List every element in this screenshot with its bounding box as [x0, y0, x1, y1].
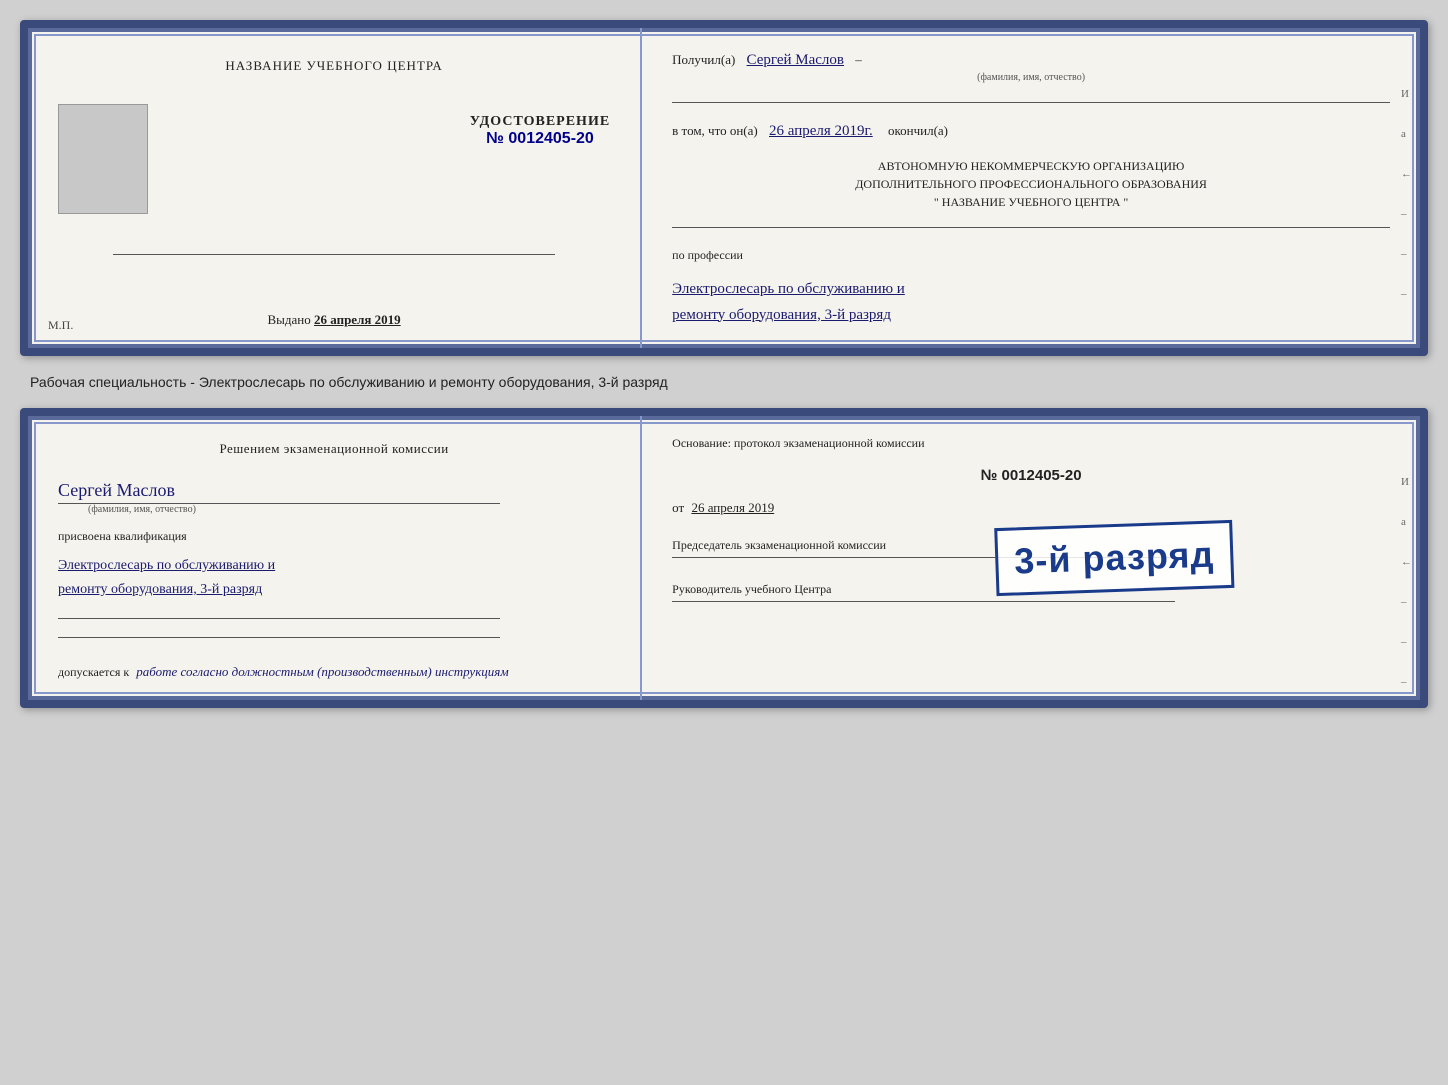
between-label: Рабочая специальность - Электрослесарь п…: [20, 374, 1428, 390]
rukovoditel-signature: [672, 601, 1174, 602]
ot-date: 26 апреля 2019: [691, 500, 774, 515]
cert-bottom-right: Основание: протокол экзаменационной коми…: [642, 416, 1420, 700]
ot-label: от: [672, 500, 684, 515]
mp-label: М.П.: [48, 318, 73, 333]
qual-line2: ремонту оборудования, 3-й разряд: [58, 578, 610, 602]
org-block: АВТОНОМНУЮ НЕКОММЕРЧЕСКУЮ ОРГАНИЗАЦИЮ ДО…: [672, 157, 1390, 211]
profession-line1: Электрослесарь по обслуживанию и: [672, 277, 1390, 303]
vtom-date: 26 апреля 2019г.: [769, 123, 873, 139]
vtom-row: в том, что он(а) 26 апреля 2019г. окончи…: [672, 119, 1390, 143]
fio-label-bottom: (фамилия, имя, отчество): [88, 504, 610, 515]
dopusk-text: работе согласно должностным (производств…: [136, 664, 508, 679]
photo-placeholder: [58, 104, 148, 214]
dopusk-label: допускается к: [58, 665, 129, 679]
vydano-label: Выдано: [268, 312, 311, 327]
udost-number: № 0012405-20: [470, 130, 610, 148]
org-line3: " НАЗВАНИЕ УЧЕБНОГО ЦЕНТРА ": [672, 193, 1390, 211]
name-block-bottom: Сергей Маслов (фамилия, имя, отчество): [58, 475, 610, 515]
name-handwritten: Сергей Маслов: [58, 480, 610, 501]
margin-notes-top: И а ← – – –: [1401, 88, 1412, 300]
fio-label-top: (фамилия, имя, отчество): [672, 70, 1390, 86]
dash1: –: [855, 52, 862, 67]
po-professii-label: по профессии: [672, 248, 1390, 263]
vydano-date: 26 апреля 2019: [314, 312, 401, 327]
cert-top-right: Получил(а) Сергей Маслов – (фамилия, имя…: [642, 28, 1420, 348]
cert-top-left: НАЗВАНИЕ УЧЕБНОГО ЦЕНТРА УДОСТОВЕРЕНИЕ №…: [28, 28, 642, 348]
udost-label: УДОСТОВЕРЕНИЕ: [470, 114, 610, 130]
vydano-block: Выдано 26 апреля 2019: [268, 312, 401, 328]
udost-block: УДОСТОВЕРЕНИЕ № 0012405-20: [470, 114, 610, 148]
okончил: окончил(а): [888, 123, 948, 138]
dopusk-block: допускается к работе согласно должностны…: [58, 664, 610, 680]
profession-block: Электрослесарь по обслуживанию и ремонту…: [672, 277, 1390, 328]
center-title-top: НАЗВАНИЕ УЧЕБНОГО ЦЕНТРА: [225, 58, 442, 74]
poluchil-name: Сергей Маслов: [747, 52, 844, 68]
stamp-text: 3-й разряд: [1014, 533, 1215, 582]
decision-title: Решением экзаменационной комиссии: [58, 441, 610, 457]
poluchil-row: Получил(а) Сергей Маслов – (фамилия, имя…: [672, 48, 1390, 86]
org-line1: АВТОНОМНУЮ НЕКОММЕРЧЕСКУЮ ОРГАНИЗАЦИЮ: [672, 157, 1390, 175]
vtom-prefix: в том, что он(а): [672, 123, 758, 138]
qual-line1: Электрослесарь по обслуживанию и: [58, 554, 610, 578]
protocol-number: № 0012405-20: [672, 467, 1390, 484]
certificate-card-bottom: Решением экзаменационной комиссии Сергей…: [20, 408, 1428, 708]
cert-bottom-left: Решением экзаменационной комиссии Сергей…: [28, 416, 642, 700]
org-line2: ДОПОЛНИТЕЛЬНОГО ПРОФЕССИОНАЛЬНОГО ОБРАЗО…: [672, 175, 1390, 193]
ot-block: от 26 апреля 2019: [672, 500, 1390, 516]
separator1: [672, 102, 1390, 103]
certificate-card-top: НАЗВАНИЕ УЧЕБНОГО ЦЕНТРА УДОСТОВЕРЕНИЕ №…: [20, 20, 1428, 356]
osnov-label: Основание: протокол экзаменационной коми…: [672, 436, 1390, 451]
page-wrapper: НАЗВАНИЕ УЧЕБНОГО ЦЕНТРА УДОСТОВЕРЕНИЕ №…: [20, 20, 1428, 708]
qualification-block: Электрослесарь по обслуживанию и ремонту…: [58, 554, 610, 602]
profession-line2: ремонту оборудования, 3-й разряд: [672, 303, 1390, 329]
prisvoena-label: присвоена квалификация: [58, 529, 610, 544]
stamp: 3-й разряд: [994, 520, 1234, 596]
separator2: [672, 227, 1390, 228]
poluchil-prefix: Получил(а): [672, 52, 735, 67]
margin-notes-bottom: И а ← – – –: [1401, 476, 1412, 688]
